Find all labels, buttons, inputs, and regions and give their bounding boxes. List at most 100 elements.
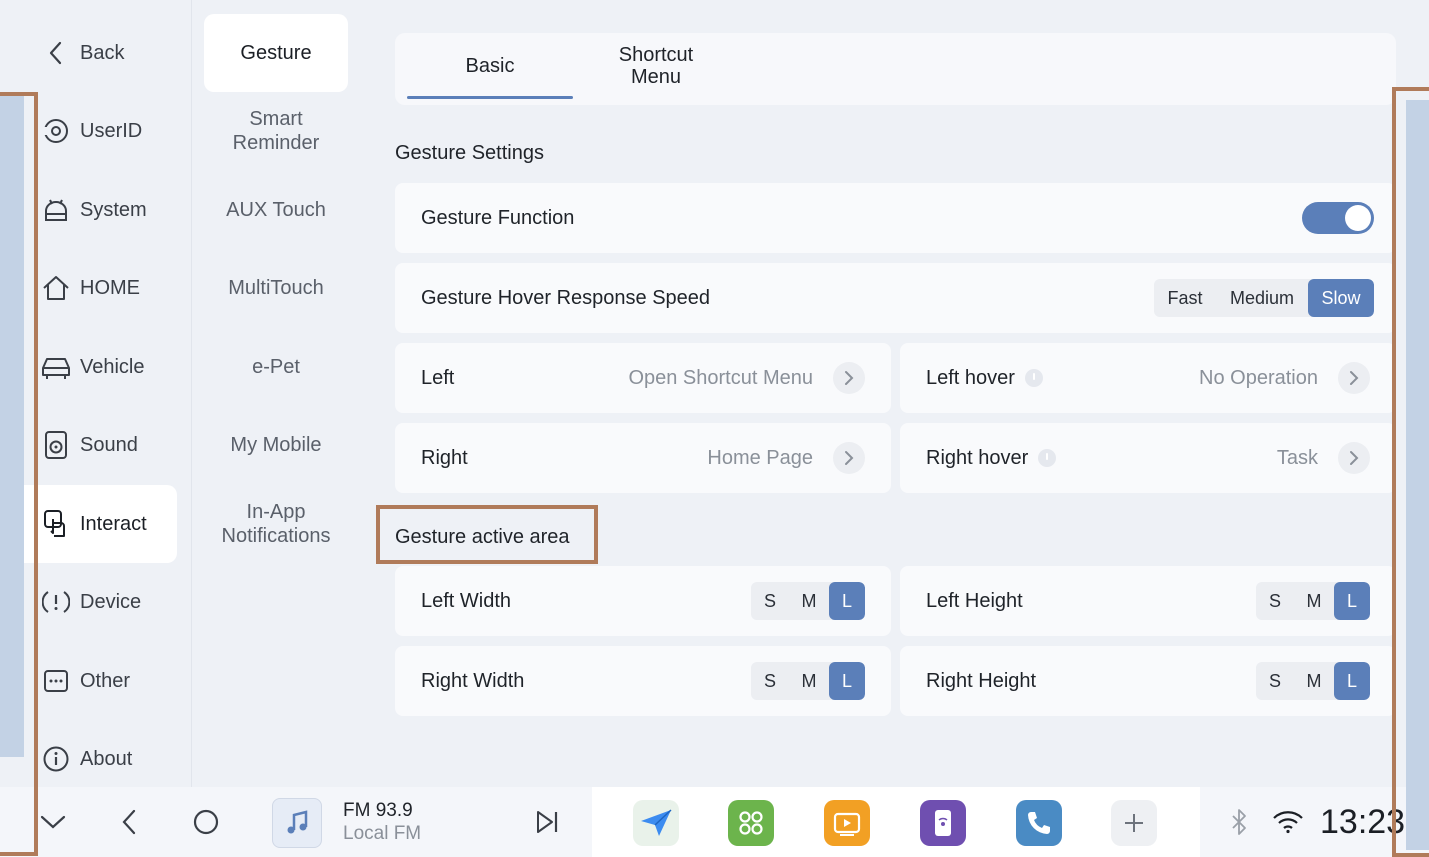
nav-home-button[interactable] [183, 787, 229, 857]
info-icon [36, 739, 76, 779]
media-next-button[interactable] [524, 787, 570, 857]
size-option-l[interactable]: L [829, 662, 865, 700]
row-label: Right Width [421, 669, 525, 692]
row-value: Open Shortcut Menu [628, 366, 813, 389]
nav-item-sound[interactable]: Sound [14, 406, 177, 484]
nav-back-button[interactable] [106, 787, 152, 857]
nav-item-home[interactable]: HOME [14, 249, 177, 327]
size-option-m[interactable]: M [789, 662, 829, 700]
tab-basic[interactable]: Basic [407, 33, 573, 99]
row-label: Right [421, 446, 468, 469]
nav-item-userid[interactable]: UserID [14, 92, 177, 170]
highlight-box [376, 505, 598, 564]
nav-item-other[interactable]: Other [14, 642, 177, 720]
right-highlight-frame [1392, 87, 1429, 857]
speed-option-slow[interactable]: Slow [1308, 279, 1374, 317]
row-value: Home Page [707, 446, 813, 469]
nav-label: Other [80, 669, 131, 692]
media-subtitle: Local FM [343, 823, 422, 844]
nav-label: Sound [80, 433, 138, 456]
back-button[interactable]: Back [14, 14, 177, 92]
section-title-gesture-settings: Gesture Settings [395, 142, 544, 164]
right-height-row: Right Height S M L [900, 646, 1396, 716]
size-option-l[interactable]: L [1334, 662, 1370, 700]
gesture-function-row: Gesture Function [395, 183, 1396, 253]
nav-label: HOME [80, 276, 140, 299]
left-highlight-frame [0, 92, 38, 856]
chevron-down-icon [40, 815, 66, 829]
size-option-s[interactable]: S [1256, 582, 1294, 620]
right-hover-row[interactable]: Right hover Task [900, 423, 1396, 493]
nav-label: System [80, 198, 147, 221]
subnav-item-e-pet[interactable]: e-Pet [204, 328, 348, 406]
info-icon[interactable] [1024, 369, 1043, 387]
right-gesture-row[interactable]: Right Home Page [395, 423, 891, 493]
phone-icon[interactable] [1016, 800, 1062, 846]
nav-item-vehicle[interactable]: Vehicle [14, 328, 177, 406]
row-label-text: Left hover [926, 366, 1015, 389]
subnav-label: Smart Reminder [232, 108, 320, 154]
size-option-s[interactable]: S [1256, 662, 1294, 700]
nav-label: Back [80, 41, 125, 64]
bluetooth-icon[interactable] [1224, 787, 1254, 857]
left-gesture-row[interactable]: Left Open Shortcut Menu [395, 343, 891, 413]
hover-speed-row: Gesture Hover Response Speed Fast Medium… [395, 263, 1396, 333]
left-height-row: Left Height S M L [900, 566, 1396, 636]
row-value: Task [1276, 446, 1318, 469]
row-label: Gesture Function [421, 206, 575, 229]
phone-mirror-icon[interactable] [920, 800, 966, 846]
subnav-item-my-mobile[interactable]: My Mobile [204, 406, 348, 484]
tab-shortcut-menu[interactable]: Shortcut Menu [573, 33, 739, 99]
size-option-l[interactable]: L [1334, 582, 1370, 620]
video-icon[interactable] [824, 800, 870, 846]
home-circle-icon [193, 809, 219, 835]
navigation-icon[interactable] [633, 800, 679, 846]
subnav-item-smart-reminder[interactable]: Smart Reminder [204, 92, 348, 170]
chevron-right-icon [833, 442, 865, 474]
left-width-row: Left Width S M L [395, 566, 891, 636]
chevron-right-icon [1338, 362, 1370, 394]
row-label: Left [421, 366, 455, 389]
toggle-knob [1345, 205, 1371, 231]
music-note-icon[interactable] [272, 798, 322, 848]
tab-label: Shortcut Menu [618, 44, 694, 88]
row-label: Right Height [926, 669, 1037, 692]
right-width-selector: S M L [751, 662, 865, 700]
left-hover-row[interactable]: Left hover No Operation [900, 343, 1396, 413]
skip-next-icon [537, 811, 558, 833]
subnav-item-gesture[interactable]: Gesture [204, 14, 348, 92]
hover-speed-selector: Fast Medium Slow [1154, 279, 1374, 317]
size-option-m[interactable]: M [789, 582, 829, 620]
bottom-dock: FM 93.9 Local FM 13:23 [0, 787, 1429, 857]
speed-option-medium[interactable]: Medium [1216, 279, 1308, 317]
size-option-m[interactable]: M [1294, 582, 1334, 620]
chevron-right-icon [1338, 442, 1370, 474]
subnav-item-aux-touch[interactable]: AUX Touch [204, 171, 348, 249]
row-value: No Operation [1199, 366, 1318, 389]
media-title: FM 93.9 [343, 800, 413, 821]
info-icon[interactable] [1038, 449, 1057, 467]
size-option-s[interactable]: S [751, 662, 789, 700]
right-width-row: Right Width S M L [395, 646, 891, 716]
subnav-item-multitouch[interactable]: MultiTouch [204, 249, 348, 327]
gesture-function-toggle[interactable] [1302, 202, 1374, 234]
row-label: Left Width [421, 589, 512, 612]
size-option-s[interactable]: S [751, 582, 789, 620]
nav-item-device[interactable]: Device [14, 563, 177, 641]
nav-item-interact[interactable]: Interact [14, 485, 177, 563]
subnav-item-in-app-notifications[interactable]: In-App Notifications [204, 485, 348, 563]
speaker-icon [36, 425, 76, 465]
chevron-right-icon [833, 362, 865, 394]
wifi-icon[interactable] [1270, 787, 1306, 857]
nav-label: Vehicle [80, 355, 145, 378]
nav-label: Device [80, 590, 142, 613]
android-icon [36, 190, 76, 230]
nav-item-system[interactable]: System [14, 171, 177, 249]
row-label: Right hover [926, 447, 1057, 470]
speed-option-fast[interactable]: Fast [1154, 279, 1216, 317]
more-box-icon [36, 661, 76, 701]
size-option-m[interactable]: M [1294, 662, 1334, 700]
apps-grid-icon[interactable] [728, 800, 774, 846]
size-option-l[interactable]: L [829, 582, 865, 620]
add-icon[interactable] [1111, 800, 1157, 846]
